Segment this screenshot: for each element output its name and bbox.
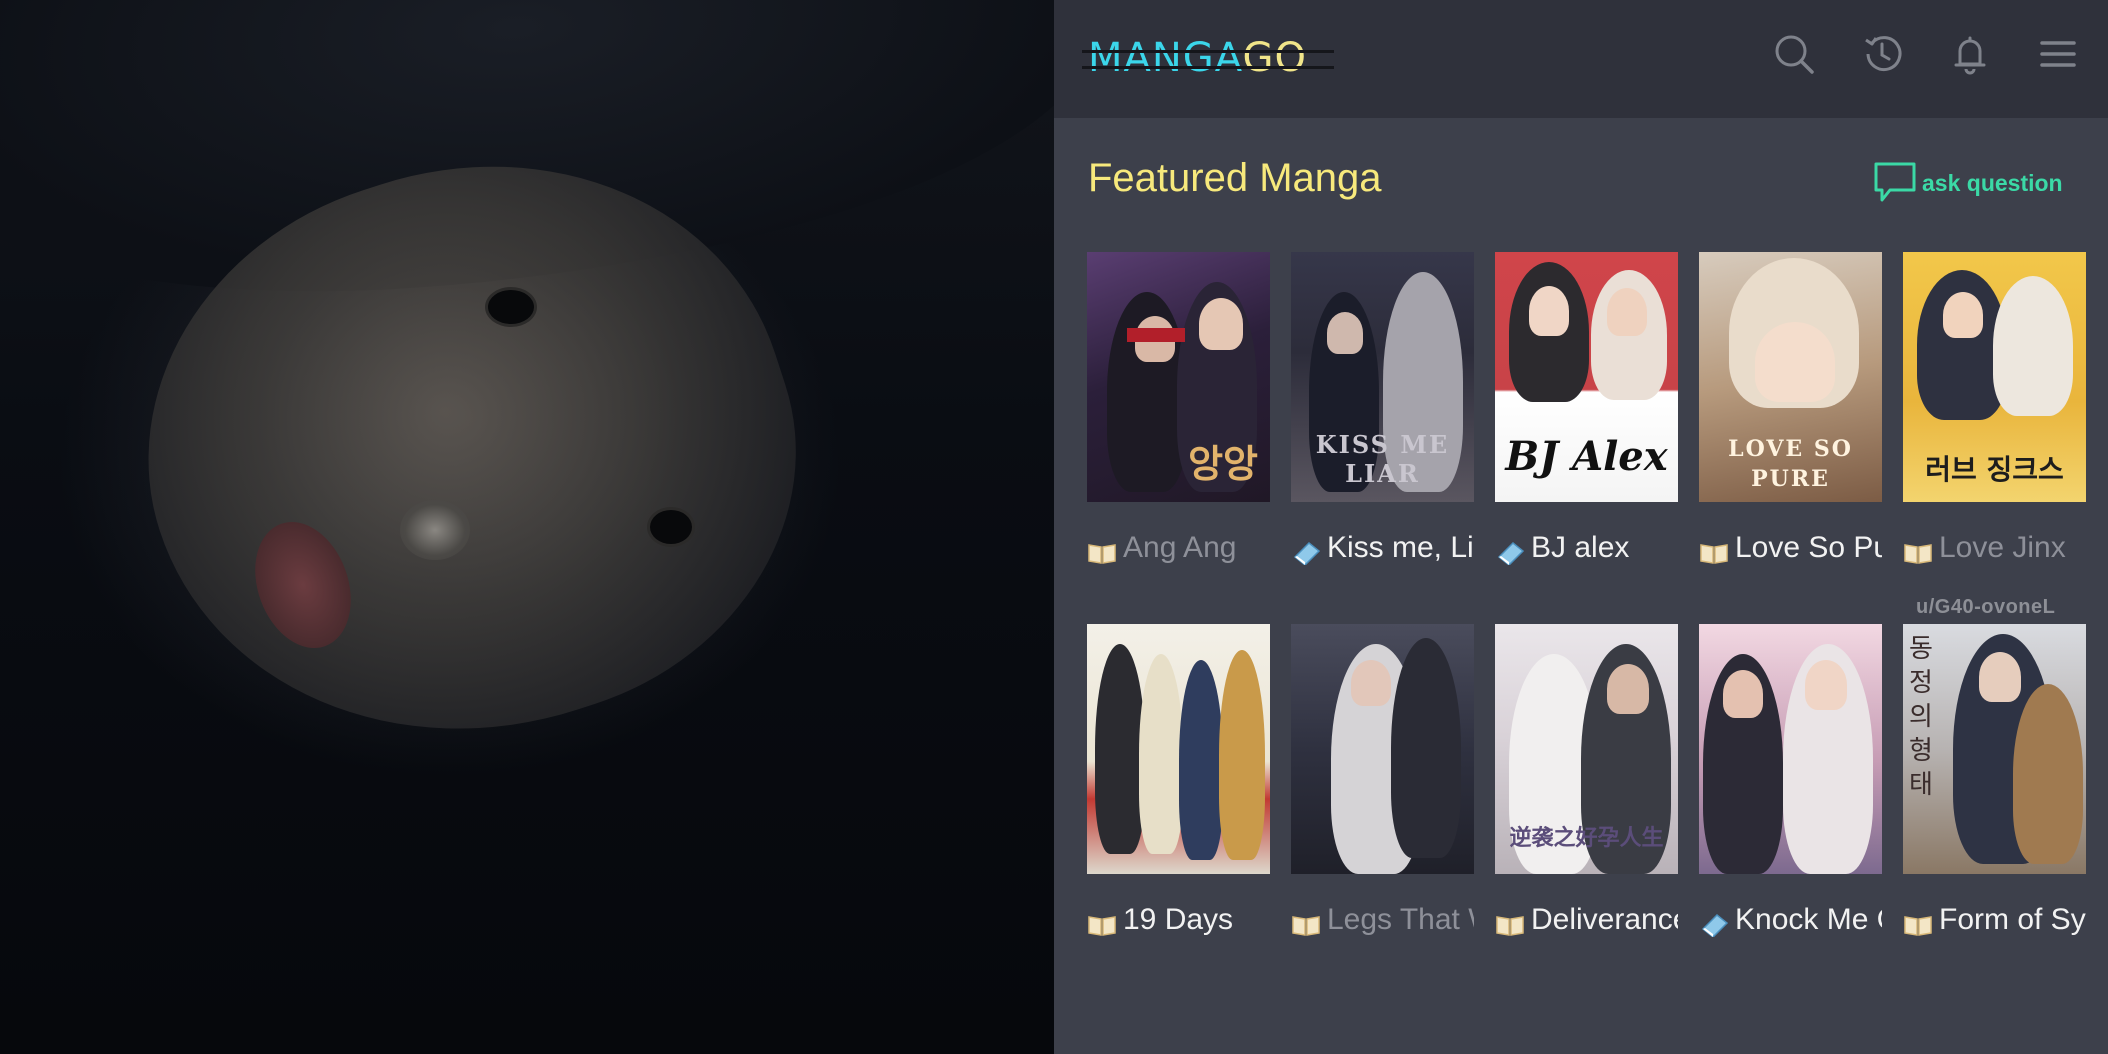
manga-caption[interactable]: Ang Ang xyxy=(1087,528,1270,568)
manga-title: Legs That Won't Walk xyxy=(1327,903,1474,936)
closed-book-icon xyxy=(1699,908,1729,939)
photo-eye-left xyxy=(488,290,534,324)
open-book-icon xyxy=(1903,908,1933,936)
manga-cover[interactable] xyxy=(1291,624,1474,874)
photo-nose xyxy=(400,500,470,560)
section-title: Featured Manga xyxy=(1088,156,1382,200)
speech-bubble-icon xyxy=(1874,162,1916,202)
manga-caption[interactable]: Form of Sympathy xyxy=(1903,900,2086,940)
open-book-icon xyxy=(1495,908,1525,936)
manga-app: MANGAGO Featured Manga ask question u/G4… xyxy=(1054,0,2108,1054)
manga-caption[interactable]: Legs That Won't Walk xyxy=(1291,900,1474,940)
manga-cover[interactable]: KISS ME LIAR xyxy=(1291,252,1474,502)
cover-title-text: 앙앙 xyxy=(1188,441,1258,486)
manga-title: Ang Ang xyxy=(1123,531,1237,564)
open-book-icon xyxy=(1699,536,1729,564)
background-photo xyxy=(0,0,1054,1054)
manga-caption[interactable]: Kiss me, Liar xyxy=(1291,528,1474,568)
manga-title: Knock Me Out xyxy=(1735,903,1882,936)
manga-caption[interactable]: BJ alex xyxy=(1495,528,1678,568)
manga-caption[interactable]: Knock Me Out xyxy=(1699,900,1882,940)
menu-icon[interactable] xyxy=(2034,30,2082,78)
ask-question-button[interactable]: ask question xyxy=(1872,160,2063,206)
manga-cover[interactable] xyxy=(1087,624,1270,874)
manga-cover[interactable]: 逆袭之好孕人生 xyxy=(1495,624,1678,874)
manga-title: BJ alex xyxy=(1531,531,1630,564)
site-logo[interactable]: MANGAGO xyxy=(1082,30,1338,86)
open-book-icon xyxy=(1087,908,1117,936)
cover-title-text: KISS ME LIAR xyxy=(1315,430,1450,488)
manga-cover[interactable]: 동정의 형태 xyxy=(1903,624,2086,874)
manga-cover[interactable]: 앙앙 xyxy=(1087,252,1270,502)
logo-text-manga: MANGA xyxy=(1088,35,1243,81)
manga-title: Love So Pure xyxy=(1735,531,1882,564)
ask-question-label: ask question xyxy=(1922,169,2063,196)
watermark: u/G40-ovoneL xyxy=(1916,596,2056,618)
manga-cover[interactable]: BJ Alex xyxy=(1495,252,1678,502)
manga-title: Kiss me, Liar xyxy=(1327,531,1474,564)
open-book-icon xyxy=(1087,536,1117,564)
cover-title-text: 러브 징크스 xyxy=(1925,453,2064,486)
bell-icon[interactable] xyxy=(1946,30,1994,78)
open-book-icon xyxy=(1291,908,1321,936)
manga-title: Deliverance xyxy=(1531,903,1678,936)
manga-caption[interactable]: Love Jinx xyxy=(1903,528,2086,568)
manga-caption[interactable]: Deliverance xyxy=(1495,900,1678,940)
top-bar: MANGAGO xyxy=(1054,0,2108,118)
search-icon[interactable] xyxy=(1770,30,1818,78)
cover-title-text: 동정의 형태 xyxy=(1909,634,1933,800)
manga-caption[interactable]: 19 Days xyxy=(1087,900,1270,940)
open-book-icon xyxy=(1903,536,1933,564)
manga-cover[interactable]: 러브 징크스 xyxy=(1903,252,2086,502)
manga-caption[interactable]: Love So Pure xyxy=(1699,528,1882,568)
logo-strike-line xyxy=(1082,66,1334,69)
photo-eye-right xyxy=(650,510,692,544)
cover-title-text: BJ Alex xyxy=(1505,433,1668,480)
closed-book-icon xyxy=(1291,536,1321,567)
cover-title-text: 逆袭之好孕人生 xyxy=(1509,825,1664,851)
history-icon[interactable] xyxy=(1858,30,1906,78)
manga-cover[interactable]: LOVE SO PURE xyxy=(1699,252,1882,502)
manga-title: Form of Sympathy xyxy=(1939,903,2086,936)
closed-book-icon xyxy=(1495,536,1525,567)
manga-title: Love Jinx xyxy=(1939,531,2066,564)
manga-cover[interactable] xyxy=(1699,624,1882,874)
logo-strike-line xyxy=(1082,50,1334,53)
manga-title: 19 Days xyxy=(1123,903,1234,936)
logo-text-go: GO xyxy=(1242,35,1307,81)
cover-title-text: LOVE SO PURE xyxy=(1728,436,1853,492)
